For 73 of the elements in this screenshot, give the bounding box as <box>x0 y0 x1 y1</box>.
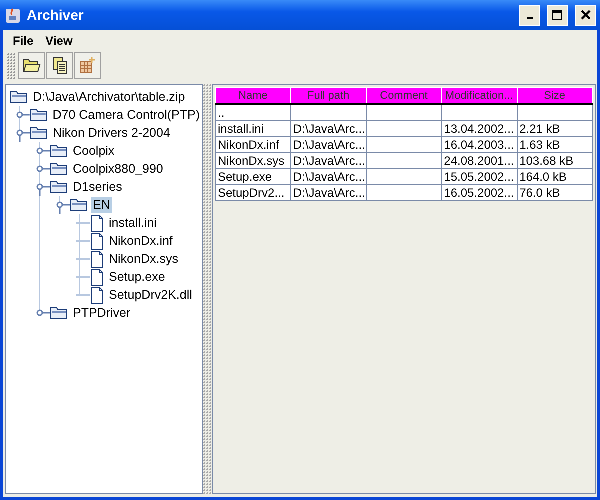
menu-item[interactable]: View <box>46 34 73 48</box>
folder-icon <box>50 180 68 194</box>
maximize-icon <box>552 10 563 20</box>
table-cell: D:\Java\Arc... <box>290 136 366 152</box>
file-icon <box>90 250 104 268</box>
folder-icon <box>50 144 68 158</box>
cup-icon <box>5 6 21 24</box>
tree-item[interactable]: PTPDriver <box>71 305 133 321</box>
file-icon <box>90 268 104 286</box>
table-cell: 2.21 kB <box>517 120 592 136</box>
tree-item[interactable]: install.ini <box>107 215 159 231</box>
table-cell: D:\Java\Arc... <box>290 168 366 184</box>
table-cell: 15.05.2002... <box>442 168 518 184</box>
table-cell: NikonDx.sys <box>216 152 291 168</box>
column-header[interactable]: Size <box>517 88 592 104</box>
column-header[interactable]: Full path <box>290 88 366 104</box>
tree-item[interactable]: Coolpix <box>71 143 117 159</box>
table-cell: 16.05.2002... <box>442 184 518 200</box>
close-icon <box>580 10 590 20</box>
tree-item[interactable]: NikonDx.inf <box>107 233 175 249</box>
minimize-button[interactable] <box>519 4 540 26</box>
menu-item[interactable]: File <box>13 34 34 48</box>
tree-item[interactable]: SetupDrv2K.dll <box>107 287 194 303</box>
file-icon <box>90 286 104 304</box>
tree-item[interactable]: D:\Java\Archivator\table.zip <box>31 89 188 105</box>
folder-icon <box>70 198 88 212</box>
file-icon <box>90 214 104 232</box>
folder-icon <box>10 90 28 104</box>
toolbar-button[interactable] <box>46 52 73 79</box>
table-cell: NikonDx.inf <box>216 136 291 152</box>
table-cell: install.ini <box>216 120 291 136</box>
branch-line <box>76 222 90 224</box>
table-cell: D:\Java\Arc... <box>290 152 366 168</box>
tree-item[interactable]: Nikon Drivers 2-2004 <box>51 125 172 141</box>
table-cell: D:\Java\Arc... <box>290 184 366 200</box>
table-cell: .. <box>216 104 291 120</box>
folder-icon <box>30 126 48 140</box>
toolbar-button[interactable] <box>18 52 45 79</box>
table-cell: SetupDrv2... <box>216 184 291 200</box>
tree-item[interactable]: Setup.exe <box>107 269 168 285</box>
column-header[interactable]: Modification... <box>442 88 518 104</box>
window-title: Archiver <box>27 7 85 23</box>
tree-item[interactable]: NikonDx.sys <box>107 251 180 267</box>
folder-icon <box>50 306 68 320</box>
tree-item[interactable]: D70 Camera Control(PTP) <box>50 107 202 123</box>
table-cell: 164.0 kB <box>517 168 592 184</box>
folder-icon <box>50 162 68 176</box>
tree-item[interactable]: Coolpix880_990 <box>71 161 166 177</box>
table-cell: 24.08.2001... <box>442 152 518 168</box>
maximize-button[interactable] <box>547 4 568 26</box>
tree-item[interactable]: D1series <box>71 179 124 195</box>
tree-item[interactable]: EN <box>91 197 112 213</box>
table-cell: D:\Java\Arc... <box>290 120 366 136</box>
column-header[interactable]: Name <box>216 88 291 104</box>
table-cell: 16.04.2003... <box>442 136 518 152</box>
table-cell: 76.0 kB <box>517 184 592 200</box>
documents-icon <box>52 57 66 74</box>
branch-line <box>76 258 90 260</box>
table-cell: 103.68 kB <box>517 152 592 168</box>
branch-line <box>76 240 90 242</box>
table-cell: 1.63 kB <box>517 136 592 152</box>
close-button[interactable] <box>575 4 596 26</box>
folder-icon <box>22 58 40 72</box>
file-icon <box>90 232 104 250</box>
branch-line <box>76 294 90 296</box>
branch-line <box>76 276 90 278</box>
column-header[interactable]: Comment <box>366 88 442 104</box>
table-cell: 13.04.2002... <box>442 120 518 136</box>
table-cell: Setup.exe <box>216 168 291 184</box>
toolbar-grip[interactable] <box>7 52 15 78</box>
minimize-icon <box>526 17 532 19</box>
folder-icon <box>30 108 48 122</box>
grid-icon <box>79 57 96 74</box>
